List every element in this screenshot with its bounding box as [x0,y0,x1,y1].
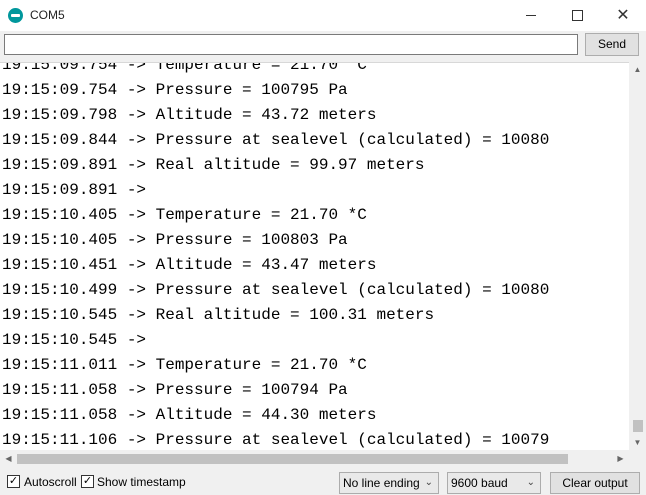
arduino-icon [8,8,23,23]
autoscroll-checkbox[interactable]: ✓ [7,475,20,488]
console-line: 19:15:11.058 -> Pressure = 100794 Pa [2,381,348,399]
console-line: 19:15:11.106 -> Pressure at sealevel (ca… [2,431,550,449]
console-line: 19:15:10.405 -> Temperature = 21.70 *C [2,206,367,224]
checkmark-icon: ✓ [8,475,19,487]
console-line: 19:15:09.754 -> Pressure = 100795 Pa [2,81,348,99]
autoscroll-label: Autoscroll [24,475,77,489]
close-button[interactable]: ✕ [600,0,646,31]
console-line: 19:15:09.798 -> Altitude = 43.72 meters [2,106,377,124]
console-line: 19:15:10.405 -> Pressure = 100803 Pa [2,231,348,249]
checkmark-icon: ✓ [82,475,93,487]
input-toolbar: Send [0,31,646,62]
console-line: 19:15:10.451 -> Altitude = 43.47 meters [2,256,377,274]
baud-select[interactable]: 9600 baud ⌄ [447,472,541,494]
scroll-up-icon[interactable]: ▲ [629,62,646,77]
maximize-button[interactable] [554,0,600,31]
scrollbar-corner [629,450,646,467]
console-line: 19:15:09.754 -> Temperature = 21.70 *C [2,62,367,74]
console-line: 19:15:09.844 -> Pressure at sealevel (ca… [2,131,550,149]
console-line: 19:15:09.891 -> Real altitude = 99.97 me… [2,156,425,174]
console-line: 19:15:10.545 -> [2,331,147,349]
horizontal-scrollbar[interactable]: ◀ ▶ [0,450,629,467]
vertical-scroll-thumb[interactable] [633,420,643,432]
status-bar: ✓ Autoscroll ✓ Show timestamp No line en… [0,467,646,495]
maximize-icon [571,10,583,22]
serial-output[interactable]: 19:15:09.754 -> Temperature = 21.70 *C 19… [0,62,629,450]
title-bar: COM5 ✕ [0,0,646,31]
scroll-down-icon[interactable]: ▼ [629,435,646,450]
window-title: COM5 [30,8,65,22]
scroll-left-icon[interactable]: ◀ [0,450,17,467]
timestamp-checkbox[interactable]: ✓ [81,475,94,488]
baud-value: 9600 baud [451,476,508,490]
line-ending-value: No line ending [343,476,420,490]
timestamp-label: Show timestamp [97,475,186,489]
close-icon: ✕ [616,7,630,24]
clear-output-button[interactable]: Clear output [550,472,640,494]
send-button[interactable]: Send [585,33,639,56]
minimize-button[interactable] [508,0,554,31]
console-line: 19:15:09.891 -> [2,181,147,199]
minimize-icon [526,15,536,17]
chevron-down-icon: ⌄ [526,477,535,488]
console-line: 19:15:11.011 -> Temperature = 21.70 *C [2,356,367,374]
chevron-down-icon: ⌄ [424,477,433,488]
horizontal-scroll-thumb[interactable] [17,454,568,464]
serial-input[interactable] [4,34,578,55]
console-line: 19:15:10.499 -> Pressure at sealevel (ca… [2,281,550,299]
line-ending-select[interactable]: No line ending ⌄ [339,472,439,494]
console-line: 19:15:10.545 -> Real altitude = 100.31 m… [2,306,435,324]
console-line: 19:15:11.058 -> Altitude = 44.30 meters [2,406,377,424]
scroll-right-icon[interactable]: ▶ [612,450,629,467]
vertical-scrollbar[interactable]: ▲ ▼ [629,62,646,450]
